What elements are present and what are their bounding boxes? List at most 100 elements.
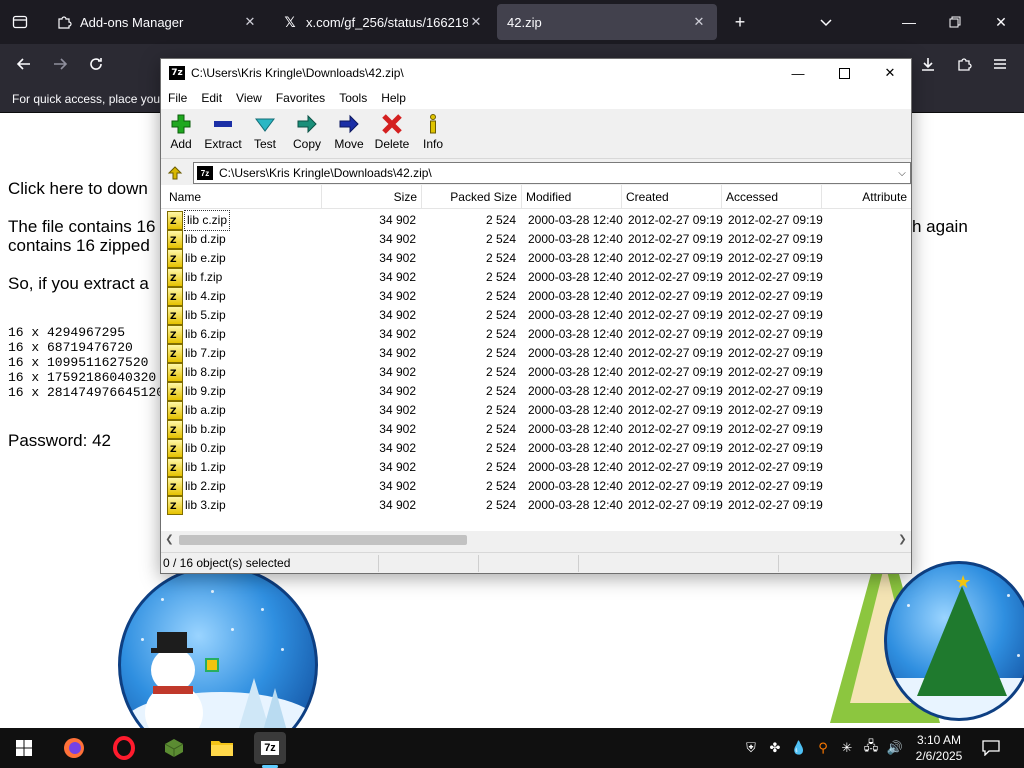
table-row[interactable]: Zlib 9.zip 34 902 2 524 2000-03-28 12:40 201… [161, 382, 911, 401]
menu-edit[interactable]: Edit [200, 91, 223, 105]
tab-close-icon[interactable]: ✕ [468, 14, 484, 30]
cell-size: 34 902 [379, 498, 416, 512]
chevron-down-icon[interactable] [814, 10, 838, 34]
zip-file-icon: Z [167, 458, 183, 477]
search-tray-icon[interactable]: ⚲ [814, 739, 832, 757]
cell-name: lib 3.zip [185, 498, 226, 512]
file-explorer-icon[interactable] [206, 732, 238, 764]
volume-icon[interactable]: 🔊 [886, 739, 904, 757]
table-row[interactable]: Zlib 8.zip 34 902 2 524 2000-03-28 12:40 201… [161, 363, 911, 382]
table-row[interactable]: Zlib a.zip 34 902 2 524 2000-03-28 12:40 201… [161, 401, 911, 420]
table-row[interactable]: Zlib 7.zip 34 902 2 524 2000-03-28 12:40 201… [161, 344, 911, 363]
scroll-left-icon[interactable]: ❮ [161, 531, 178, 548]
table-row[interactable]: Zlib 0.zip 34 902 2 524 2000-03-28 12:40 201… [161, 439, 911, 458]
table-row[interactable]: Zlib 3.zip 34 902 2 524 2000-03-28 12:40 201… [161, 496, 911, 515]
tab-close-icon[interactable]: ✕ [691, 14, 707, 30]
restore-icon[interactable] [932, 0, 978, 44]
table-row[interactable]: Zlib f.zip 34 902 2 524 2000-03-28 12:40 201… [161, 268, 911, 287]
downloads-icon[interactable] [916, 52, 940, 76]
extract-button[interactable]: Extract [204, 112, 242, 158]
cell-modified: 2000-03-28 12:40 [528, 384, 623, 398]
close-window-icon[interactable]: ✕ [978, 0, 1024, 44]
cell-packed-size: 2 524 [485, 460, 516, 474]
tab-42-zip[interactable]: 42.zip ✕ [497, 4, 717, 40]
cell-packed-size: 2 524 [485, 289, 516, 303]
info-button[interactable]: Info [421, 112, 445, 158]
horizontal-scrollbar[interactable]: ❮ ❯ [161, 531, 911, 548]
menu-view[interactable]: View [235, 91, 263, 105]
cell-accessed: 2012-02-27 09:19 [728, 460, 823, 474]
close-icon[interactable]: ✕ [867, 59, 913, 87]
column-modified[interactable]: Modified [522, 185, 622, 209]
copy-button[interactable]: Copy [291, 112, 323, 158]
table-row[interactable]: Zlib e.zip 34 902 2 524 2000-03-28 12:40 201… [161, 249, 911, 268]
table-row[interactable]: Zlib 2.zip 34 902 2 524 2000-03-28 12:40 201… [161, 477, 911, 496]
security-tray-icon[interactable]: ⛨ [742, 739, 760, 757]
download-link[interactable]: Click here to down [8, 179, 148, 199]
column-size[interactable]: Size [322, 185, 422, 209]
scroll-right-icon[interactable]: ❯ [894, 531, 911, 548]
forward-arrow-icon[interactable] [48, 52, 72, 76]
menu-file[interactable]: File [167, 91, 188, 105]
cell-modified: 2000-03-28 12:40 [528, 289, 623, 303]
table-row[interactable]: Zlib b.zip 34 902 2 524 2000-03-28 12:40 201… [161, 420, 911, 439]
table-row[interactable]: Zlib 1.zip 34 902 2 524 2000-03-28 12:40 201… [161, 458, 911, 477]
hamburger-menu-icon[interactable] [988, 52, 1012, 76]
column-packed-size[interactable]: Packed Size [422, 185, 522, 209]
table-row[interactable]: Zlib 5.zip 34 902 2 524 2000-03-28 12:40 201… [161, 306, 911, 325]
notifications-icon[interactable] [982, 739, 1000, 757]
reload-icon[interactable] [84, 52, 108, 76]
firefox-icon[interactable] [58, 732, 90, 764]
cell-created: 2012-02-27 09:19 [628, 498, 723, 512]
column-accessed[interactable]: Accessed [722, 185, 822, 209]
network-icon[interactable]: 🖧 [862, 738, 880, 757]
7zip-taskbar-icon[interactable]: 7z [254, 732, 286, 764]
chevron-down-icon[interactable]: ⌵ [894, 168, 910, 179]
table-row[interactable]: Zlib 6.zip 34 902 2 524 2000-03-28 12:40 201… [161, 325, 911, 344]
delete-button[interactable]: Delete [374, 112, 410, 158]
menu-tools[interactable]: Tools [338, 91, 368, 105]
cell-modified: 2000-03-28 12:40 [528, 270, 623, 284]
move-button[interactable]: Move [333, 112, 365, 158]
minimize-icon[interactable]: — [886, 0, 932, 44]
cell-name: lib 6.zip [185, 327, 226, 341]
table-row[interactable]: Zlib 4.zip 34 902 2 524 2000-03-28 12:40 201… [161, 287, 911, 306]
address-input[interactable]: 7z C:\Users\Kris Kringle\Downloads\42.zi… [193, 162, 911, 184]
snowflake-tray-icon[interactable]: ✳ [838, 739, 856, 757]
column-attributes[interactable]: Attribute [822, 185, 911, 209]
cell-name: lib 8.zip [185, 365, 226, 379]
droplet-tray-icon[interactable]: 💧 [790, 739, 808, 757]
7zip-small-icon: 7z [197, 166, 213, 180]
folder-up-icon[interactable] [165, 163, 185, 183]
column-created[interactable]: Created [622, 185, 722, 209]
network-app-tray-icon[interactable]: ✤ [766, 739, 784, 757]
cell-size: 34 902 [379, 384, 416, 398]
minimize-icon[interactable]: — [775, 59, 821, 87]
column-name[interactable]: Name [161, 185, 322, 209]
puzzle-icon [56, 14, 72, 30]
table-row[interactable]: Zlib c.zip 34 902 2 524 2000-03-28 12:40 201… [161, 210, 911, 231]
tab-x-status[interactable]: 𝕏 x.com/gf_256/status/16621922( ✕ [272, 4, 494, 40]
windows-start-icon[interactable] [8, 732, 40, 764]
table-row[interactable]: Zlib d.zip 34 902 2 524 2000-03-28 12:40 201… [161, 230, 911, 249]
7zip-titlebar[interactable]: 7z C:\Users\Kris Kringle\Downloads\42.zi… [161, 59, 911, 87]
minecraft-icon[interactable] [158, 732, 190, 764]
menu-bar: File Edit View Favorites Tools Help [161, 87, 911, 109]
test-button[interactable]: Test [253, 112, 277, 158]
new-tab-icon[interactable]: + [728, 10, 752, 34]
opera-icon[interactable] [108, 732, 140, 764]
tab-addons-manager[interactable]: Add-ons Manager ✕ [46, 4, 268, 40]
cell-name: lib d.zip [185, 232, 226, 246]
scrollbar-thumb[interactable] [179, 535, 467, 545]
tab-list-icon[interactable] [8, 10, 32, 34]
tab-close-icon[interactable]: ✕ [242, 14, 258, 30]
back-arrow-icon[interactable] [12, 52, 36, 76]
menu-help[interactable]: Help [380, 91, 407, 105]
add-button[interactable]: Add [169, 112, 193, 158]
extensions-icon[interactable] [952, 52, 976, 76]
description-line: contains 16 zipped [8, 236, 150, 255]
size-line: 16 x 1099511627520 [8, 355, 149, 370]
clock[interactable]: 3:10 AM 2/6/2025 [906, 732, 972, 764]
maximize-icon[interactable] [821, 59, 867, 87]
menu-favorites[interactable]: Favorites [275, 91, 326, 105]
